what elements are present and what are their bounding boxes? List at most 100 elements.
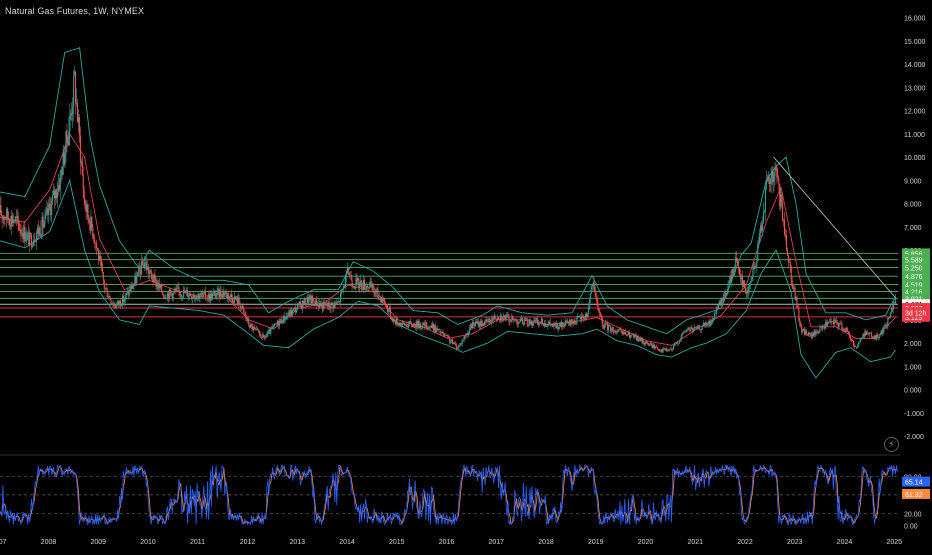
candle-body <box>109 296 111 300</box>
candle-body <box>296 304 299 310</box>
candle-body <box>526 318 528 325</box>
candle-body <box>583 316 585 319</box>
candle-body <box>553 323 555 327</box>
candle-body <box>538 322 540 326</box>
candle-body <box>176 288 178 290</box>
candle-body <box>534 320 536 321</box>
candle-body <box>623 331 625 334</box>
candle-body <box>126 291 128 294</box>
candle-body <box>817 331 819 333</box>
candle-body <box>432 323 434 331</box>
candle-body <box>108 296 110 298</box>
candle-body <box>266 334 268 336</box>
candle-body <box>540 322 542 324</box>
candle-body <box>759 233 761 243</box>
candle-body <box>259 333 261 338</box>
candle-body <box>409 321 411 323</box>
candle-body <box>862 333 864 338</box>
candle-body <box>630 334 633 336</box>
candle-body <box>20 229 22 234</box>
candle-body <box>664 349 666 351</box>
chart-area[interactable]: 16.000 15.000 14.000 13.000 12.000 11.000 10.0… <box>0 0 932 550</box>
candle-body <box>560 322 562 327</box>
candle-body <box>344 276 346 288</box>
candle-body <box>411 325 413 328</box>
candle-body <box>310 295 312 304</box>
candle-body <box>172 291 174 299</box>
candle-body <box>22 233 24 240</box>
candle-body <box>468 331 470 335</box>
candle-body <box>891 308 893 313</box>
candle-body <box>327 301 329 307</box>
candle-body <box>233 296 235 303</box>
candle-body <box>262 334 264 336</box>
candle-body <box>786 250 788 256</box>
candle-body <box>713 318 715 320</box>
candle-body <box>494 315 496 320</box>
candle-body <box>427 328 429 330</box>
candle-body <box>394 320 396 324</box>
candle-body <box>581 315 583 321</box>
candle-body <box>703 323 705 326</box>
candle-body <box>224 293 226 295</box>
candle-body <box>654 346 656 349</box>
candle-body <box>625 331 627 336</box>
candle-body <box>749 283 751 289</box>
candle-body <box>207 298 209 300</box>
candle-body <box>607 324 610 331</box>
candle-body <box>839 322 841 324</box>
candle-body <box>183 289 185 297</box>
candle-body <box>316 299 318 307</box>
candle-body <box>872 337 874 338</box>
candle-body <box>70 112 72 116</box>
candle-body <box>806 334 809 336</box>
candle-body <box>844 329 846 332</box>
candle-body <box>102 271 104 281</box>
candle-body <box>824 326 826 329</box>
candle-body <box>503 315 505 317</box>
candle-body <box>437 329 439 331</box>
candle-body <box>285 316 287 320</box>
candle-body <box>746 291 748 294</box>
candle-body <box>59 172 61 190</box>
candle-body <box>692 327 694 331</box>
candle-body <box>845 327 847 332</box>
price-tick-label: 12.000 <box>904 109 926 116</box>
candle-body <box>398 322 400 326</box>
candle-body <box>611 327 613 331</box>
candle-body <box>78 117 80 136</box>
candle-body <box>156 283 158 287</box>
candle-body <box>762 212 765 223</box>
candle-body <box>739 268 741 275</box>
candle-body <box>791 280 793 285</box>
chart-svg[interactable]: 16.000 15.000 14.000 13.000 12.000 11.000 10.0… <box>0 0 932 550</box>
candle-body <box>626 334 628 336</box>
candle-body <box>751 277 753 281</box>
candle-body <box>485 319 487 321</box>
time-tick-label: 2013 <box>290 539 306 546</box>
candle-body <box>747 290 749 294</box>
candle-body <box>439 329 441 334</box>
candle-body <box>425 322 427 327</box>
stochastic-tick-label: 20.00 <box>904 511 922 518</box>
candle-body <box>606 323 609 331</box>
candle-body <box>29 232 31 246</box>
time-tick-label: 2022 <box>737 539 753 546</box>
candle-body <box>421 327 423 329</box>
candle-body <box>493 315 495 320</box>
candle-body <box>888 317 890 318</box>
candle-body <box>458 345 460 347</box>
candle-body <box>866 332 868 335</box>
candle-body <box>764 188 766 211</box>
candle-body <box>263 335 265 338</box>
candle-body <box>683 331 685 333</box>
candle-body <box>98 255 101 261</box>
lightning-icon[interactable]: ⚡ <box>884 437 899 452</box>
candle-body <box>704 322 706 326</box>
candle-body <box>882 329 884 334</box>
candle-body <box>138 267 140 272</box>
candle-body <box>318 303 320 308</box>
candle-body <box>208 294 210 299</box>
candle-body <box>328 301 330 307</box>
candle-body <box>645 341 647 345</box>
